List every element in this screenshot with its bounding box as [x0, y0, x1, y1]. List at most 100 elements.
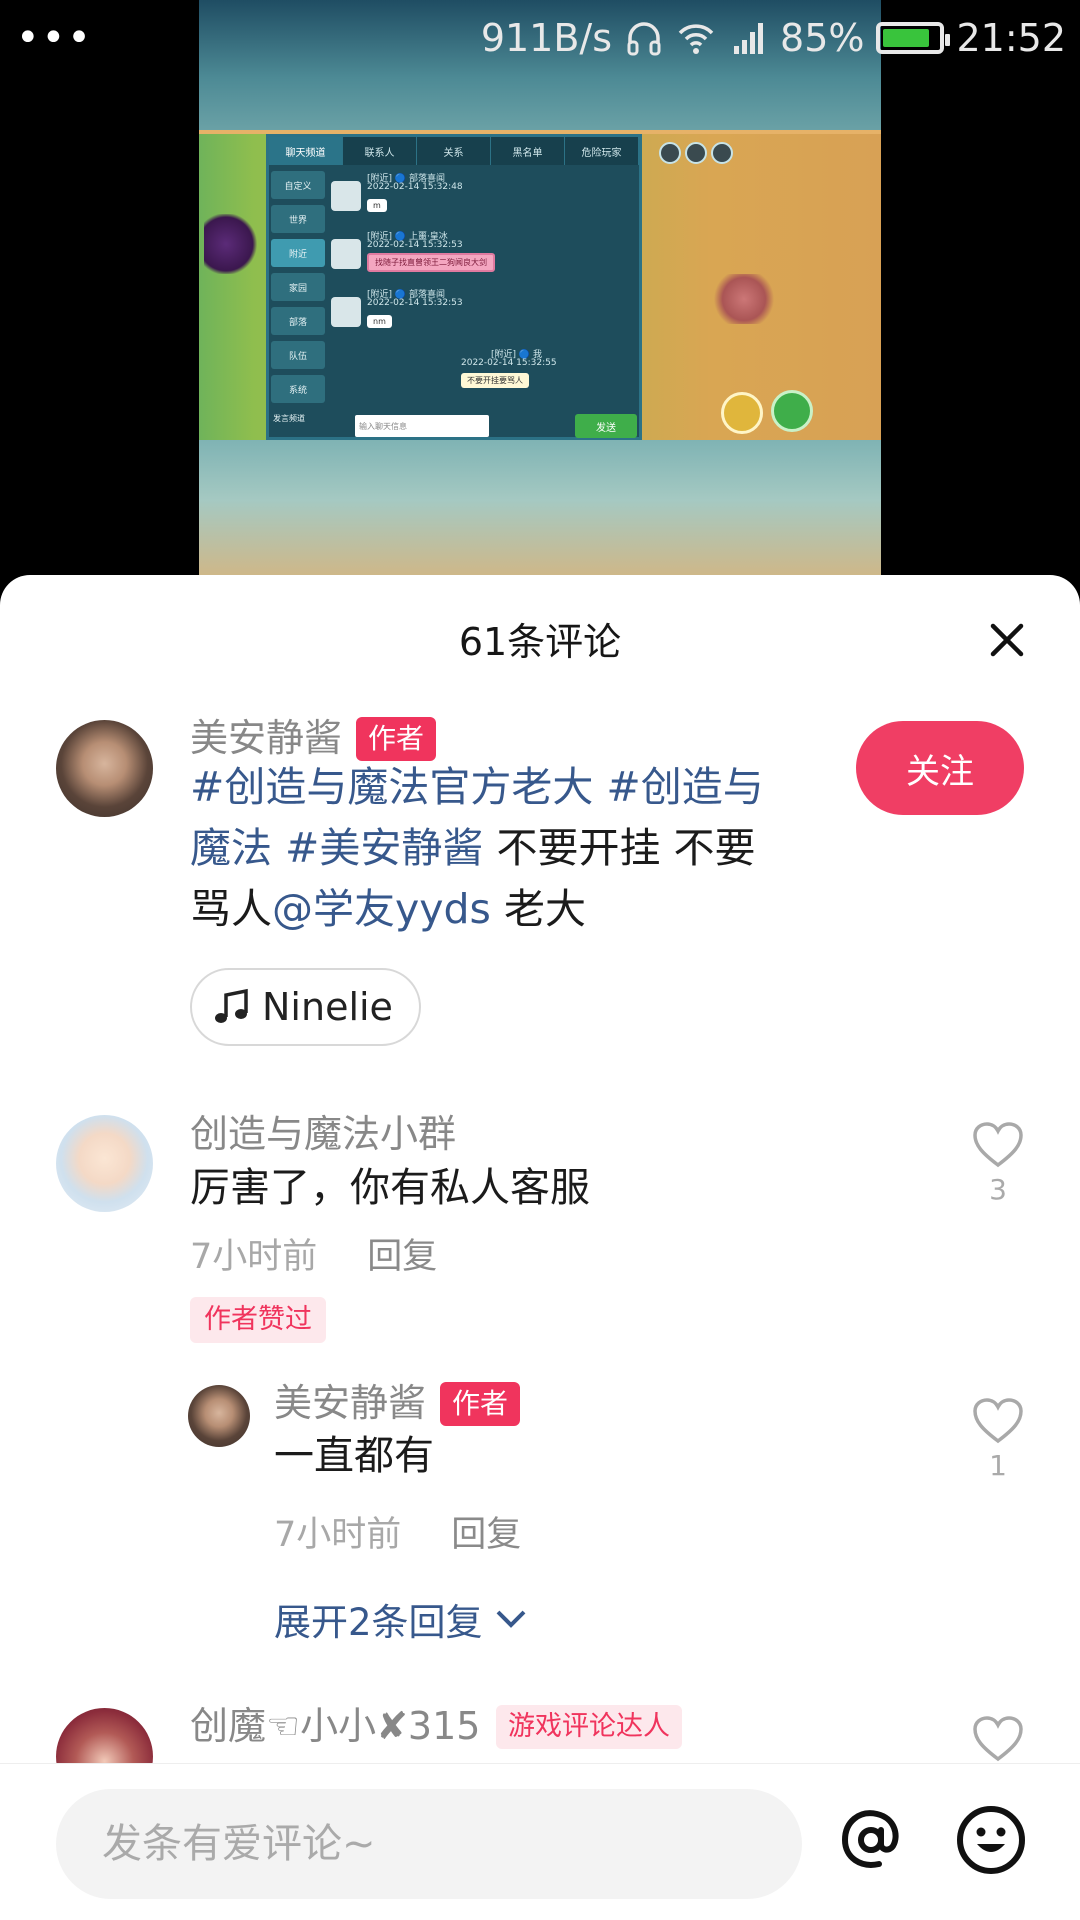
game-creature — [204, 214, 259, 274]
game-message-bubble: nm — [367, 315, 392, 328]
headphones-icon — [627, 22, 661, 56]
commenter-name[interactable]: 创魔☜小小✘315 — [190, 1703, 480, 1749]
chevron-down-icon — [496, 1610, 525, 1628]
heart-outline-icon — [973, 1398, 1023, 1444]
heart-outline-icon — [973, 1122, 1023, 1168]
mention-link[interactable]: @学友yyds — [272, 885, 491, 933]
game-channel: 世界 — [271, 205, 325, 233]
game-characters — [669, 194, 819, 334]
heart-outline-icon — [973, 1716, 1023, 1762]
music-chip[interactable]: Ninelie — [190, 968, 421, 1046]
author-badge: 作者 — [440, 1382, 521, 1426]
close-icon — [990, 623, 1024, 657]
game-message-time: 2022-02-14 15:32:53 — [367, 240, 463, 250]
comment-sheet: 61条评论 美安静酱 作者 关注 #创造与魔法官方老大 #创造与 魔法 #美安静… — [0, 575, 1080, 1920]
like-count: 3 — [989, 1173, 1007, 1206]
app-root: ••• 911B/s 85% 21:52 聊天频道 联系人 关系 黑名单 危险玩… — [0, 0, 1080, 1920]
network-speed: 911B/s — [480, 16, 613, 60]
game-channel-list: 自定义 世界 附近 家园 部落 队伍 系统 — [271, 171, 325, 411]
signal-icon — [734, 23, 764, 54]
battery-percent: 85% — [780, 16, 865, 60]
close-button[interactable] — [982, 615, 1032, 665]
game-message: [附近] 🔵 我 2022-02-14 15:32:55 不要开挂要骂人 — [461, 347, 631, 403]
at-sign-icon — [841, 1810, 899, 1868]
commenter-name[interactable]: 创造与魔法小群 — [190, 1111, 456, 1157]
caption-text: 不要开挂 不要 — [483, 824, 756, 872]
follow-button[interactable]: 关注 — [856, 721, 1024, 815]
reply-author-name[interactable]: 美安静酱 — [274, 1380, 426, 1426]
game-chat-messages: [附近] 🔵 部落喜闻 2022-02-14 15:32:48 m [附近] 🔵… — [331, 171, 637, 405]
game-message: [附近] 🔵 上噩·皇冰 2022-02-14 15:32:53 找随子找直曾领… — [331, 229, 631, 285]
caption-text: 老大 — [490, 885, 586, 933]
author-name[interactable]: 美安静酱 — [190, 715, 342, 761]
comment-text: 一直都有 — [274, 1433, 434, 1479]
hashtag-link[interactable]: #创造与 — [606, 763, 763, 811]
comment-meta: 7小时前 回复 — [274, 1513, 521, 1557]
game-message: [附近] 🔵 部落喜闻 2022-02-14 15:32:53 nm — [331, 287, 631, 343]
game-avatar — [331, 297, 361, 327]
game-channel: 自定义 — [271, 171, 325, 199]
like-button[interactable] — [968, 1715, 1028, 1767]
like-button[interactable]: 1 — [968, 1397, 1028, 1483]
comment-time: 7小时前 — [190, 1237, 318, 1277]
game-message: [附近] 🔵 部落喜闻 2022-02-14 15:32:48 m — [331, 171, 631, 227]
game-send-button: 发送 — [575, 414, 637, 438]
expand-replies-button[interactable]: 展开2条回复 — [274, 1592, 527, 1646]
emoji-button[interactable] — [955, 1804, 1027, 1876]
game-message-time: 2022-02-14 15:32:53 — [367, 298, 463, 308]
status-bar: ••• 911B/s 85% 21:52 — [0, 0, 1080, 76]
game-chat-panel: 聊天频道 联系人 关系 黑名单 危险玩家 自定义 世界 附近 家园 部落 队伍 … — [266, 134, 642, 440]
game-top-icons — [659, 142, 733, 164]
game-channel: 队伍 — [271, 341, 325, 369]
wifi-icon — [678, 24, 714, 54]
game-footer-label: 发言频道 — [273, 414, 305, 423]
game-message-bubble: 找随子找直曾领王二狗闻良大剑 — [367, 253, 495, 272]
game-tab: 聊天频道 — [269, 137, 343, 165]
post-caption: #创造与魔法官方老大 #创造与 魔法 #美安静酱 不要开挂 不要 骂人@学友yy… — [190, 757, 842, 940]
game-chat-tabs: 聊天频道 联系人 关系 黑名单 危险玩家 — [269, 137, 639, 165]
game-message-bubble: 不要开挂要骂人 — [461, 373, 529, 388]
game-tab: 联系人 — [343, 137, 417, 165]
more-dots-icon: ••• — [16, 15, 93, 61]
hashtag-link[interactable]: #美安静酱 — [285, 824, 483, 872]
game-message-time: 2022-02-14 15:32:48 — [367, 182, 463, 192]
comment-time: 7小时前 — [274, 1515, 402, 1555]
author-avatar[interactable] — [56, 720, 153, 817]
reply-button[interactable]: 回复 — [367, 1237, 437, 1277]
game-message-bubble: m — [367, 199, 387, 212]
clock: 21:52 — [956, 16, 1066, 60]
comment-text: 厉害了，你有私人客服 — [190, 1165, 590, 1211]
game-chat-input: 输入聊天信息 — [355, 415, 489, 437]
commenter-avatar[interactable] — [56, 1115, 153, 1212]
hashtag-link[interactable]: 魔法 — [190, 824, 272, 872]
game-tab: 关系 — [417, 137, 491, 165]
music-title: Ninelie — [262, 985, 393, 1029]
reply-avatar[interactable] — [188, 1385, 250, 1447]
game-tab: 黑名单 — [491, 137, 565, 165]
caption-text: 骂人 — [190, 885, 272, 933]
mention-button[interactable] — [835, 1804, 907, 1876]
expand-replies-label: 展开2条回复 — [274, 1601, 483, 1644]
music-note-icon — [215, 988, 248, 1023]
hashtag-link[interactable]: #创造与魔法官方老大 — [190, 763, 593, 811]
like-count: 1 — [989, 1449, 1007, 1482]
game-channel: 系统 — [271, 375, 325, 403]
comment-count-title: 61条评论 — [458, 620, 622, 664]
game-horn-button — [721, 392, 763, 434]
game-avatar — [331, 181, 361, 211]
game-message-time: 2022-02-14 15:32:55 — [461, 358, 557, 368]
game-channel: 附近 — [271, 239, 325, 267]
game-channel: 家园 — [271, 273, 325, 301]
comment-input[interactable] — [56, 1789, 802, 1899]
smiley-icon — [957, 1806, 1025, 1874]
comment-meta: 7小时前 回复 — [190, 1235, 437, 1279]
battery-fill — [883, 29, 930, 47]
sheet-header: 61条评论 — [0, 575, 1080, 695]
game-speaker-button — [771, 390, 813, 432]
game-screenshot: 聊天频道 联系人 关系 黑名单 危险玩家 自定义 世界 附近 家园 部落 队伍 … — [199, 134, 881, 440]
like-button[interactable]: 3 — [968, 1121, 1028, 1207]
video-player[interactable]: 聊天频道 联系人 关系 黑名单 危险玩家 自定义 世界 附近 家园 部落 队伍 … — [199, 0, 881, 590]
reply-button[interactable]: 回复 — [451, 1515, 521, 1555]
battery-icon — [876, 22, 951, 54]
game-tab: 危险玩家 — [565, 137, 639, 165]
